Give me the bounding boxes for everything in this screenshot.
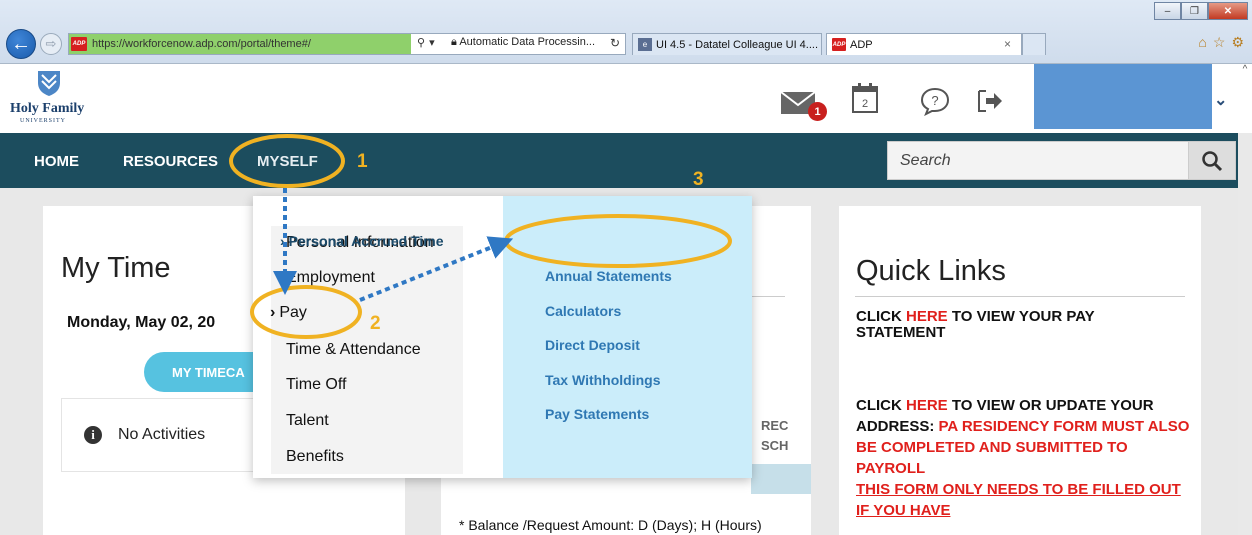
holy-family-logo[interactable]: Holy Family UNIVERSITY — [10, 69, 90, 129]
address-prefix: CLICK — [856, 397, 906, 414]
browser-toolbar-icons: ⌂ ☆ ⚙ — [1198, 34, 1244, 51]
search-box — [887, 141, 1189, 180]
pay-statement-here-link[interactable]: HERE — [906, 308, 948, 325]
browser-chrome: ← ⇨ ADP https://workforcenow.adp.com/por… — [0, 0, 1252, 64]
user-profile-menu[interactable] — [1034, 64, 1212, 129]
menu-item-time-attendance[interactable]: Time & Attendance — [286, 341, 421, 359]
chat-question-mark: ? — [931, 93, 938, 108]
mail-notification-badge[interactable]: 1 — [808, 102, 827, 121]
maximize-button[interactable]: ❐ — [1181, 2, 1208, 20]
submenu-item-tax-withholdings[interactable]: Tax Withholdings — [545, 372, 661, 388]
minimize-button[interactable]: – — [1154, 2, 1181, 20]
address-link-text: CLICK HERE TO VIEW OR UPDATE YOUR ADDRES… — [856, 395, 1196, 521]
menu-item-pay[interactable]: › Pay — [270, 304, 307, 322]
close-tab-icon[interactable]: × — [1004, 37, 1011, 51]
my-time-title: My Time — [61, 252, 171, 284]
column-header: REC SCH — [761, 416, 821, 456]
browser-tab-adp[interactable]: ADP ADP × — [826, 33, 1022, 55]
submenu-item-calculators[interactable]: Calculators — [545, 303, 621, 319]
search-input[interactable] — [888, 142, 1188, 179]
scrollbar-up-arrow[interactable]: ^ — [1238, 64, 1252, 78]
search-button[interactable] — [1188, 141, 1236, 180]
step-number-3: 3 — [693, 169, 704, 190]
adp-favicon: ADP — [832, 38, 846, 51]
app-header: Holy Family UNIVERSITY 1 2 ? ⌄ ^ — [0, 64, 1252, 133]
page: ← ⇨ ADP https://workforcenow.adp.com/por… — [0, 0, 1252, 535]
search-icon — [1202, 150, 1223, 171]
site-identity[interactable]: 🔒︎ Automatic Data Processin... — [451, 36, 595, 49]
step-number-2: 2 — [370, 313, 381, 334]
my-time-date: Monday, May 02, 20 — [67, 314, 216, 331]
window-controls: – ❐ ✕ — [1154, 2, 1248, 20]
new-tab-button[interactable] — [1022, 33, 1046, 55]
menu-item-talent[interactable]: Talent — [286, 412, 329, 430]
table-header-bar — [751, 464, 811, 494]
no-activities-text: No Activities — [118, 426, 206, 443]
submenu-item-annual-statements[interactable]: Annual Statements — [545, 268, 672, 284]
logo-name: Holy Family — [10, 101, 85, 116]
menu-item-benefits[interactable]: Benefits — [286, 448, 344, 466]
refresh-icon[interactable]: ↻ — [610, 36, 620, 50]
menu-item-pay-label: Pay — [279, 304, 307, 321]
chevron-right-icon: › — [280, 233, 285, 249]
browser-tab-label: ADP — [850, 38, 873, 51]
adp-favicon: ADP — [71, 37, 87, 51]
address-url-text[interactable]: https://workforcenow.adp.com/portal/them… — [92, 38, 311, 50]
address-here-link[interactable]: HERE — [906, 397, 948, 414]
pay-statement-link-text: CLICK HERE TO VIEW YOUR PAY STATEMENT — [856, 309, 1186, 341]
submenu-item-pay-statements[interactable]: Pay Statements — [545, 406, 649, 422]
address-tools[interactable]: ⚲ ▾ — [417, 36, 435, 49]
pay-statement-prefix: CLICK — [856, 308, 906, 325]
chevron-right-icon: › — [270, 304, 276, 321]
submenu-item-direct-deposit[interactable]: Direct Deposit — [545, 337, 640, 353]
nav-item-resources[interactable]: RESOURCES — [123, 153, 218, 170]
submenu-item-label: Personal Accrued Time — [288, 233, 444, 249]
forward-arrow-icon: ⇨ — [45, 36, 57, 51]
nav-item-home[interactable]: HOME — [34, 153, 79, 170]
column-header-line-1: REC — [761, 418, 789, 433]
back-arrow-icon: ← — [11, 32, 31, 55]
menu-item-time-off[interactable]: Time Off — [286, 376, 346, 394]
chevron-down-icon[interactable]: ⌄ — [1214, 90, 1227, 110]
logout-icon[interactable] — [976, 88, 1004, 114]
colleague-favicon: e — [638, 38, 652, 51]
address-bar[interactable]: ADP https://workforcenow.adp.com/portal/… — [68, 33, 626, 55]
lock-icon: 🔒︎ — [451, 36, 457, 48]
column-header-line-2: SCH — [761, 438, 789, 453]
submenu-item-personal-accrued-time[interactable]: › Personal Accrued Time — [280, 233, 444, 249]
logo-subtitle: UNIVERSITY — [20, 118, 66, 124]
info-icon: i — [84, 426, 102, 444]
quick-links-card: Quick Links CLICK HERE TO VIEW YOUR PAY … — [839, 206, 1201, 535]
nav-item-myself[interactable]: MYSELF — [257, 153, 318, 170]
main-nav-bar: HOME RESOURCES MYSELF — [0, 133, 1238, 188]
close-window-button[interactable]: ✕ — [1208, 2, 1248, 20]
back-button[interactable]: ← — [6, 29, 36, 59]
menu-item-employment[interactable]: Employment — [286, 269, 375, 287]
calendar-icon[interactable]: 2 — [851, 82, 879, 114]
browser-tab-label: UI 4.5 - Datatel Colleague UI 4.... — [656, 38, 819, 51]
form-requirement-notice: THIS FORM ONLY NEEDS TO BE FILLED OUT IF… — [856, 481, 1181, 519]
quick-links-title: Quick Links — [856, 255, 1006, 287]
home-icon[interactable]: ⌂ — [1198, 34, 1206, 51]
step-number-1: 1 — [357, 151, 368, 172]
dropdown-arrow-icon[interactable]: ▾ — [429, 36, 435, 49]
browser-tab-colleague[interactable]: e UI 4.5 - Datatel Colleague UI 4.... — [632, 33, 822, 55]
university-shield-icon — [38, 71, 60, 96]
gear-icon[interactable]: ⚙ — [1231, 34, 1244, 51]
search-icon[interactable]: ⚲ — [417, 36, 425, 49]
site-identity-label: Automatic Data Processin... — [459, 36, 596, 48]
balance-footnote: * Balance /Request Amount: D (Days); H (… — [459, 517, 762, 533]
star-icon[interactable]: ☆ — [1213, 34, 1226, 51]
address-url-segment[interactable]: ADP https://workforcenow.adp.com/portal/… — [69, 34, 411, 54]
divider — [855, 296, 1185, 297]
forward-button[interactable]: ⇨ — [40, 33, 62, 55]
calendar-day-text: 2 — [862, 98, 868, 110]
chat-icon[interactable]: ? — [920, 86, 950, 116]
